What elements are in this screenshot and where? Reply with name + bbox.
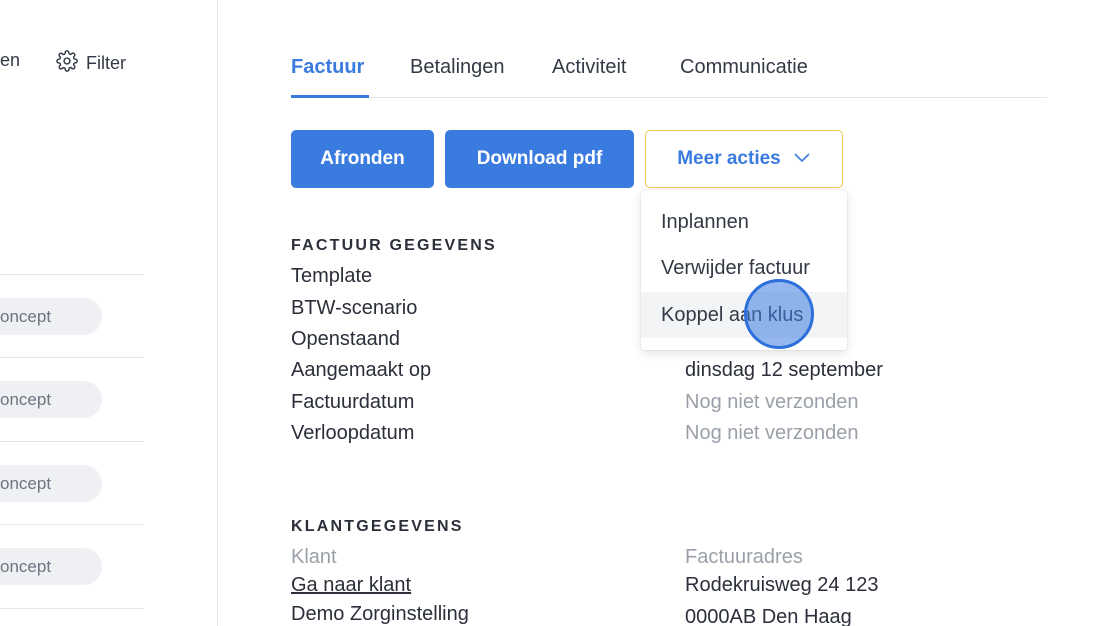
go-to-client-link[interactable]: Ga naar klant: [291, 574, 411, 597]
address-label: Factuuradres: [685, 546, 803, 568]
invoice-details-title: FACTUUR GEGEVENS: [291, 237, 497, 254]
list-divider: [0, 274, 144, 275]
list-divider: [0, 441, 144, 442]
more-actions-label: Meer acties: [677, 148, 781, 169]
client-details-title: KLANTGEGEVENS: [291, 518, 464, 535]
detail-label-btw: BTW-scenario: [291, 297, 418, 319]
detail-label-created: Aangemaakt op: [291, 359, 432, 381]
status-badge: oncept: [0, 465, 102, 502]
active-tab-indicator: [291, 95, 369, 98]
tab-communicatie[interactable]: Communicatie: [680, 56, 808, 79]
list-divider: [0, 357, 144, 358]
detail-value-created: dinsdag 12 september: [685, 359, 883, 381]
status-badge: oncept: [0, 548, 102, 585]
detail-label-template: Template: [291, 265, 373, 287]
chevron-down-icon: [793, 148, 811, 170]
menu-item-verwijder-factuur[interactable]: Verwijder factuur: [641, 245, 847, 291]
invoice-list-panel: en Filter oncept oncept oncept oncept: [0, 0, 218, 626]
toolbar-label-fragment[interactable]: en: [0, 50, 20, 71]
tab-factuur[interactable]: Factuur: [291, 56, 364, 79]
detail-label-openstaand: Openstaand: [291, 328, 400, 350]
filter-label: Filter: [86, 53, 126, 73]
detail-label-invoice-date: Factuurdatum: [291, 391, 415, 413]
download-pdf-button[interactable]: Download pdf: [445, 130, 634, 188]
gear-icon: [56, 50, 78, 77]
tab-bar: Factuur Betalingen Activiteit Communicat…: [291, 0, 1047, 98]
client-name: Demo Zorginstelling: [291, 603, 469, 625]
more-actions-button[interactable]: Meer acties: [645, 130, 843, 188]
menu-item-inplannen[interactable]: Inplannen: [641, 199, 847, 245]
list-divider: [0, 608, 144, 609]
detail-label-due-date: Verloopdatum: [291, 422, 415, 444]
filter-button[interactable]: Filter: [56, 50, 126, 77]
detail-value-invoice-date: Nog niet verzonden: [685, 391, 859, 413]
tab-activiteit[interactable]: Activiteit: [552, 56, 626, 79]
list-divider: [0, 524, 144, 525]
client-label: Klant: [291, 546, 337, 568]
tab-betalingen[interactable]: Betalingen: [410, 56, 505, 79]
status-badge: oncept: [0, 298, 102, 335]
finish-button[interactable]: Afronden: [291, 130, 434, 188]
detail-value-due-date: Nog niet verzonden: [685, 422, 859, 444]
address-line-2: 0000AB Den Haag: [685, 606, 852, 626]
menu-item-koppel-aan-klus[interactable]: Koppel aan klus: [641, 292, 847, 338]
status-badge: oncept: [0, 381, 102, 418]
address-line-1: Rodekruisweg 24 123: [685, 574, 879, 596]
more-actions-menu: Inplannen Verwijder factuur Koppel aan k…: [641, 190, 847, 350]
